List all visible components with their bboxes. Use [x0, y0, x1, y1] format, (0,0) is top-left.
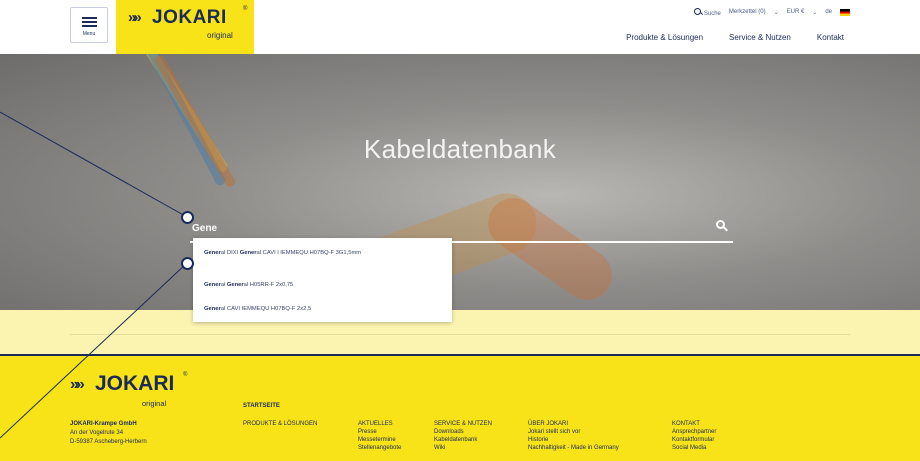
callout-line: [0, 262, 188, 439]
callout-marker: [181, 211, 194, 224]
callout-lines: [0, 111, 188, 439]
callout-marker: [181, 257, 194, 270]
callout-line: [0, 111, 188, 218]
